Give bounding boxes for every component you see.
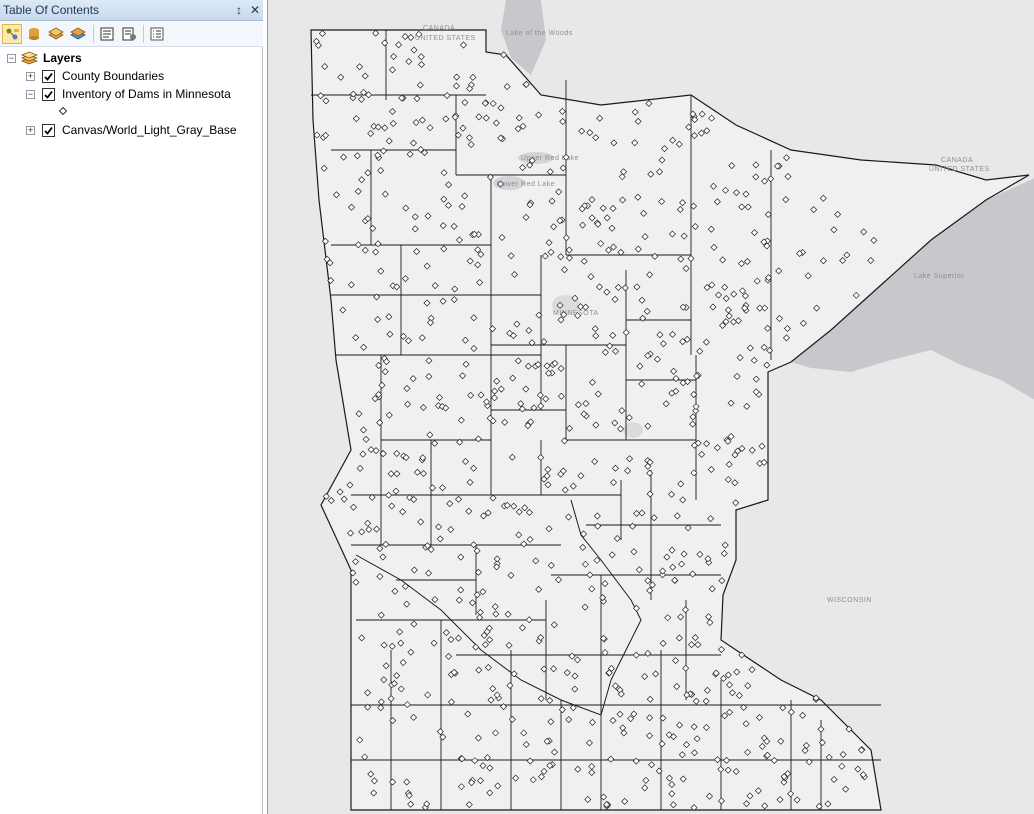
wisconsin-label: WISCONSIN — [827, 597, 872, 604]
layers-stack-icon — [21, 51, 38, 65]
layers-root-label[interactable]: Layers — [43, 51, 82, 65]
layers-root-row: − Layers — [0, 50, 260, 68]
toc-toolbar — [0, 21, 263, 47]
layers-selection-icon — [70, 27, 86, 40]
checkmark-icon — [44, 126, 53, 135]
layer-row-inventory-of-dams: − Inventory of Dams in Minnesota — [0, 86, 260, 104]
layer-label[interactable]: Canvas/World_Light_Gray_Base — [62, 123, 237, 137]
lake-superior-label: Lake Superior — [914, 273, 964, 280]
map-canvas[interactable]: CANADA UNITED STATES CANADA UNITED STATE… — [268, 0, 1034, 814]
table-options-icon — [100, 27, 114, 41]
toc-options-button[interactable] — [97, 24, 117, 44]
database-icon — [29, 28, 39, 40]
toc-title-bar: Table Of Contents ↕ ✕ — [0, 0, 263, 21]
toc-title: Table Of Contents — [3, 3, 100, 17]
close-icon[interactable]: ✕ — [247, 2, 263, 18]
expand-layer-icon[interactable]: + — [26, 126, 35, 135]
layers-visibility-icon — [48, 27, 64, 40]
toolbar-separator — [93, 25, 94, 43]
checkmark-icon — [44, 72, 53, 81]
layer-label[interactable]: County Boundaries — [62, 69, 164, 83]
table-of-contents-pane: Table Of Contents ↕ ✕ − Layers + County … — [0, 0, 263, 814]
canada-ne-label: CANADA — [941, 157, 973, 164]
canada-label: CANADA — [423, 25, 455, 32]
united-states-label: UNITED STATES — [415, 35, 476, 42]
diamond-symbol-icon[interactable] — [59, 107, 67, 115]
layer-visibility-checkbox[interactable] — [42, 124, 55, 137]
list-by-drawing-order-button[interactable] — [2, 24, 22, 44]
expand-layer-icon[interactable]: + — [26, 72, 35, 81]
layer-label[interactable]: Inventory of Dams in Minnesota — [62, 87, 231, 101]
layer-row-county-boundaries: + County Boundaries — [0, 68, 260, 86]
lower-red-lake-label: Lower Red Lake — [497, 181, 555, 188]
list-by-selection-button[interactable] — [68, 24, 88, 44]
toc-list-button[interactable] — [147, 24, 167, 44]
lake-of-the-woods-label: Lake of the Woods — [506, 30, 573, 37]
collapse-layer-icon[interactable]: − — [26, 90, 35, 99]
collapse-layers-icon[interactable]: − — [7, 54, 16, 63]
checkmark-icon — [44, 90, 53, 99]
toc-settings-button[interactable] — [119, 24, 139, 44]
layer-row-canvas-basemap: + Canvas/World_Light_Gray_Base — [0, 122, 260, 140]
layer-visibility-checkbox[interactable] — [42, 88, 55, 101]
drawing-order-icon — [6, 28, 19, 40]
map-view[interactable]: CANADA UNITED STATES CANADA UNITED STATE… — [267, 0, 1034, 814]
list-by-source-button[interactable] — [24, 24, 44, 44]
list-by-visibility-button[interactable] — [46, 24, 66, 44]
pin-icon[interactable]: ↕ — [231, 2, 247, 18]
document-settings-icon — [122, 27, 136, 41]
united-states-ne-label: UNITED STATES — [929, 166, 990, 173]
layer-visibility-checkbox[interactable] — [42, 70, 55, 83]
toolbar-separator — [143, 25, 144, 43]
list-icon — [150, 27, 164, 41]
